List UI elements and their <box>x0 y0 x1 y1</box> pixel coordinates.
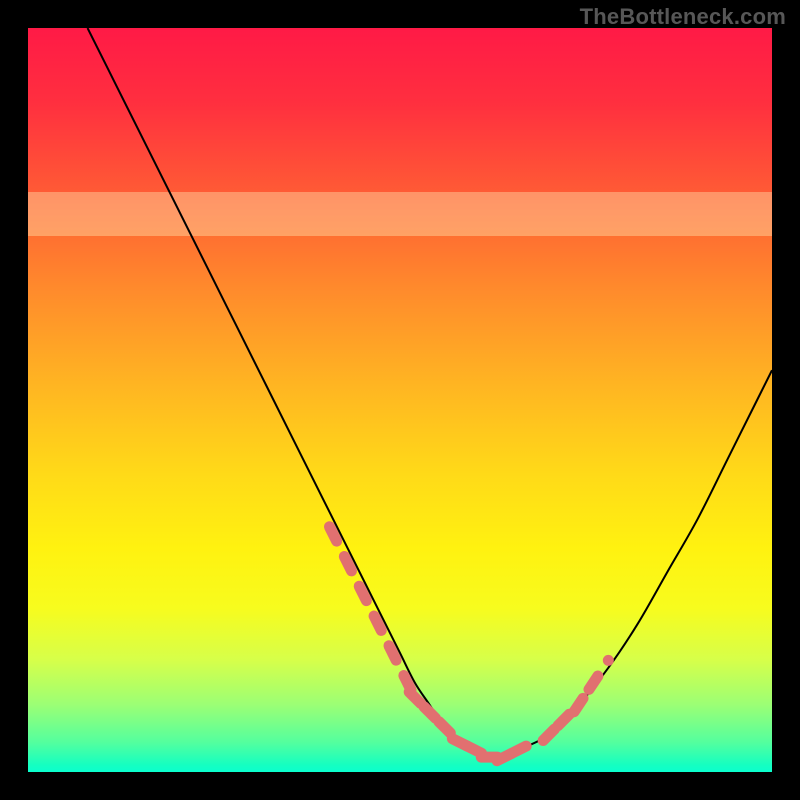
curve-dot <box>329 527 336 541</box>
curve-dot <box>439 722 450 733</box>
curve-dot <box>512 746 526 753</box>
watermark-text: TheBottleneck.com <box>580 4 786 30</box>
curve-dot <box>558 714 569 725</box>
curve-dot <box>424 707 435 718</box>
plot-area <box>28 28 772 772</box>
bottleneck-curve <box>88 28 772 758</box>
curve-dot <box>574 698 583 711</box>
curve-layer <box>28 28 772 772</box>
curve-dots-group <box>329 527 608 761</box>
curve-dot <box>344 557 351 571</box>
curve-dot <box>543 729 554 740</box>
curve-dot <box>374 616 381 630</box>
curve-dot <box>589 676 598 689</box>
curve-dot <box>409 692 420 703</box>
chart-frame: TheBottleneck.com <box>0 0 800 800</box>
curve-dot <box>389 646 396 660</box>
curve-dot <box>359 586 366 600</box>
